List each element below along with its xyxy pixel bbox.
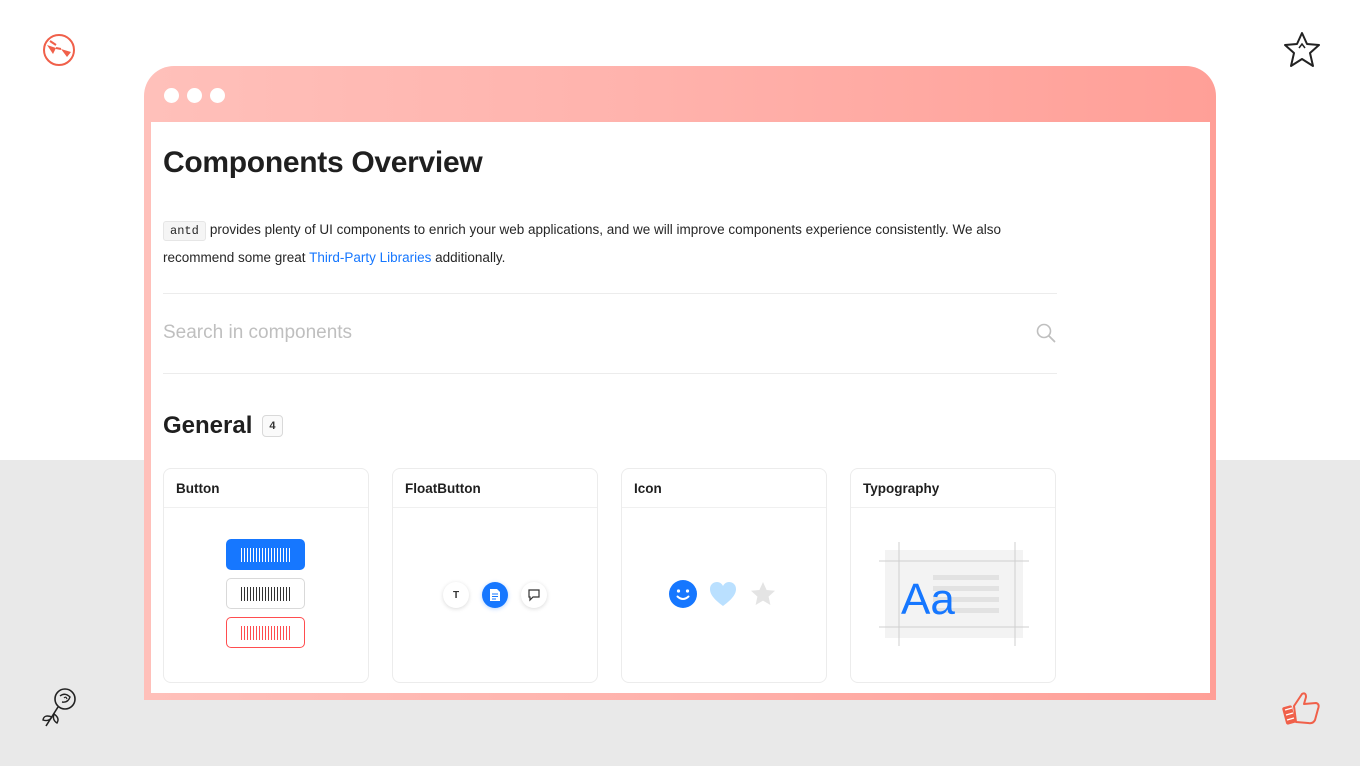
glasses-face-icon [42, 34, 78, 68]
window-dot-close[interactable] [164, 88, 179, 103]
smile-icon [669, 580, 697, 613]
intro-text-end: additionally. [435, 250, 506, 265]
count-badge: 4 [262, 415, 283, 437]
card-icon[interactable]: Icon [621, 468, 827, 683]
card-title: Button [164, 469, 368, 508]
star-icon [749, 580, 777, 613]
card-preview-typography: Aa [851, 508, 1055, 682]
star-icon [1282, 30, 1322, 70]
card-button[interactable]: Button [163, 468, 369, 683]
search-input[interactable] [163, 318, 1023, 348]
window-dot-maximize[interactable] [210, 88, 225, 103]
browser-window: Components Overview antd provides plenty … [144, 66, 1216, 700]
card-title: Typography [851, 469, 1055, 508]
heart-icon [709, 581, 737, 612]
preview-primary-button [226, 539, 305, 570]
page-content: Components Overview antd provides plenty … [151, 122, 1210, 693]
section-title-text: General [163, 412, 253, 439]
window-dot-minimize[interactable] [187, 88, 202, 103]
divider [163, 373, 1057, 374]
antd-code-tag: antd [163, 221, 206, 241]
page-title: Components Overview [163, 146, 483, 179]
card-preview-floatbutton: T [393, 508, 597, 682]
preview-danger-button [226, 617, 305, 648]
preview-default-button [226, 578, 305, 609]
card-title: FloatButton [393, 469, 597, 508]
divider [163, 293, 1057, 294]
section-title-general: General 4 [163, 412, 283, 440]
window-controls [164, 88, 225, 103]
card-typography[interactable]: Typography Aa [850, 468, 1056, 683]
typography-sample: Aa [901, 575, 955, 624]
rose-icon [40, 686, 80, 730]
chat-icon [521, 582, 547, 608]
text-icon: T [443, 582, 469, 608]
thumbs-up-icon [1282, 688, 1322, 728]
card-floatbutton[interactable]: FloatButton T [392, 468, 598, 683]
intro-text: provides plenty of UI components to enri… [163, 222, 1001, 265]
file-icon [482, 582, 508, 608]
third-party-libraries-link[interactable]: Third-Party Libraries [309, 250, 431, 265]
card-title: Icon [622, 469, 826, 508]
intro-paragraph: antd provides plenty of UI components to … [163, 216, 1063, 272]
search-icon[interactable] [1036, 323, 1056, 348]
card-preview-button [164, 508, 368, 682]
card-preview-icon [622, 508, 826, 682]
